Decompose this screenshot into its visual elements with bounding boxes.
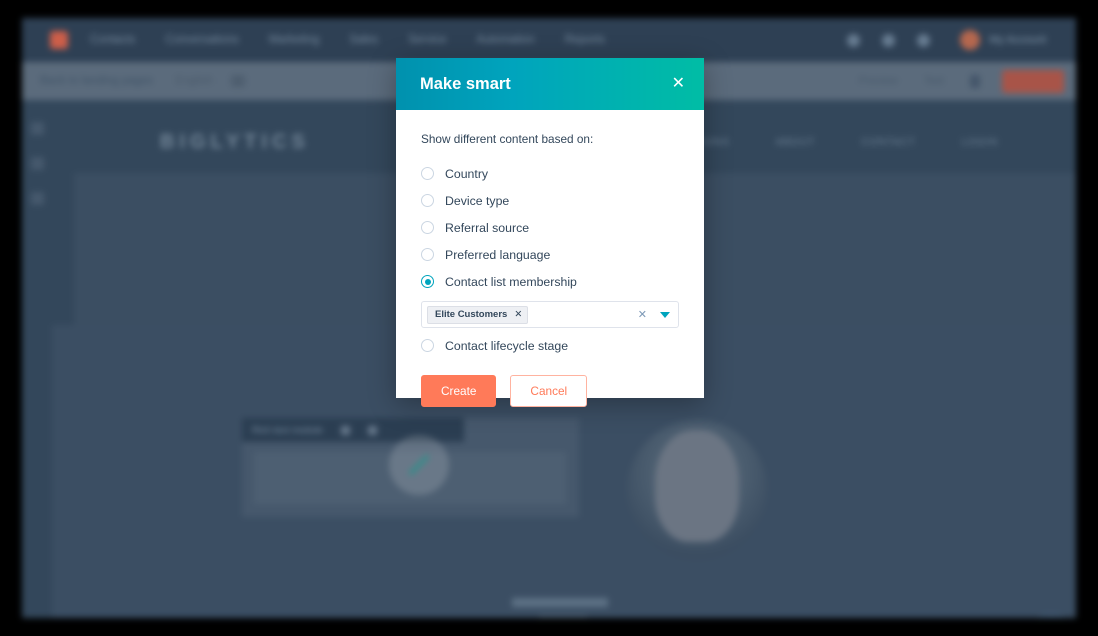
modal-header: Make smart ✕ <box>396 58 704 110</box>
option-label: Contact list membership <box>445 274 577 289</box>
radio-icon[interactable] <box>421 167 434 180</box>
top-navigation-actions: My Account <box>825 30 1046 50</box>
create-button[interactable]: Create <box>421 375 497 407</box>
nav-item-service[interactable]: Service <box>408 34 446 46</box>
test-button[interactable]: Test <box>924 75 944 87</box>
clear-icon[interactable]: ✕ <box>638 308 647 321</box>
account-label[interactable]: My Account <box>989 34 1046 46</box>
site-logo: BIGLYTICS <box>160 130 310 153</box>
contact-list-select[interactable]: Elite Customers ✕ ✕ <box>421 301 679 328</box>
close-icon[interactable]: ✕ <box>670 72 687 96</box>
option-label: Device type <box>445 193 510 208</box>
language-tag[interactable] <box>230 75 245 87</box>
modal-prompt: Show different content based on: <box>421 132 594 146</box>
chevron-down-icon[interactable] <box>660 311 670 318</box>
selected-list-chip[interactable]: Elite Customers ✕ <box>427 305 529 324</box>
radio-option-country[interactable]: Country <box>421 160 679 187</box>
module-label: Rich text module <box>252 424 323 436</box>
caption-secondary <box>539 615 587 618</box>
radio-icon[interactable] <box>421 221 434 234</box>
radio-option-contact-list-membership[interactable]: Contact list membership <box>421 268 679 295</box>
radio-icon[interactable] <box>421 248 434 261</box>
nav-item-conversations[interactable]: Conversations <box>165 34 239 46</box>
radio-option-preferred-language[interactable]: Preferred language <box>421 241 679 268</box>
nav-item-automation[interactable]: Automation <box>477 34 535 46</box>
publish-button[interactable] <box>1002 69 1064 93</box>
pencil-icon <box>408 454 430 476</box>
person-photo <box>627 420 767 560</box>
radio-option-contact-lifecycle-stage[interactable]: Contact lifecycle stage <box>421 332 679 359</box>
make-smart-modal: Make smart ✕ Show different content base… <box>396 58 704 407</box>
editor-sidebar <box>22 100 52 618</box>
option-label: Country <box>445 166 489 181</box>
screenshot-frame: Contacts Conversations Marketing Sales S… <box>0 0 1098 636</box>
option-label: Preferred language <box>445 247 551 262</box>
settings-icon[interactable] <box>882 33 896 47</box>
settings-icon[interactable] <box>30 192 44 205</box>
portrait-face <box>655 430 739 542</box>
nav-item-marketing[interactable]: Marketing <box>269 34 320 46</box>
option-label: Contact lifecycle stage <box>445 338 569 353</box>
site-nav-login[interactable]: LOGIN <box>962 137 998 148</box>
settings-icon[interactable] <box>970 74 980 88</box>
modal-title: Make smart <box>420 74 511 93</box>
nav-item-reports[interactable]: Reports <box>565 34 605 46</box>
content-icon[interactable] <box>30 122 44 135</box>
modal-actions: Create Cancel <box>421 375 679 407</box>
site-nav-about[interactable]: ABOUT <box>776 137 815 148</box>
toolbar-actions: Preview Test <box>833 69 1064 93</box>
radio-icon[interactable] <box>421 339 434 352</box>
preview-button[interactable]: Preview <box>859 75 898 87</box>
design-icon[interactable] <box>30 157 44 170</box>
nav-item-sales[interactable]: Sales <box>349 34 378 46</box>
edit-module-button[interactable] <box>389 435 449 495</box>
option-label: Referral source <box>445 220 530 235</box>
sprocket-logo-icon[interactable] <box>50 31 68 49</box>
radio-option-device-type[interactable]: Device type <box>421 187 679 214</box>
edit-icon[interactable] <box>340 425 350 435</box>
site-nav-contact[interactable]: CONTACT <box>861 137 916 148</box>
radio-icon-selected[interactable] <box>421 275 434 288</box>
radio-icon[interactable] <box>421 194 434 207</box>
nav-item-contacts[interactable]: Contacts <box>90 34 135 46</box>
breadcrumb[interactable]: Back to landing pages <box>40 75 153 87</box>
avatar[interactable] <box>960 30 981 50</box>
marketplace-icon[interactable] <box>917 33 931 47</box>
search-icon[interactable] <box>847 33 861 47</box>
close-icon[interactable]: ✕ <box>514 309 522 320</box>
delete-icon[interactable] <box>367 425 377 435</box>
page-title: English <box>175 75 213 87</box>
caption-primary <box>512 598 608 607</box>
chip-label: Elite Customers <box>435 309 508 320</box>
cancel-button[interactable]: Cancel <box>510 375 588 407</box>
radio-option-referral-source[interactable]: Referral source <box>421 214 679 241</box>
modal-body: Show different content based on: Country… <box>396 110 704 407</box>
top-navigation: Contacts Conversations Marketing Sales S… <box>22 18 1076 62</box>
